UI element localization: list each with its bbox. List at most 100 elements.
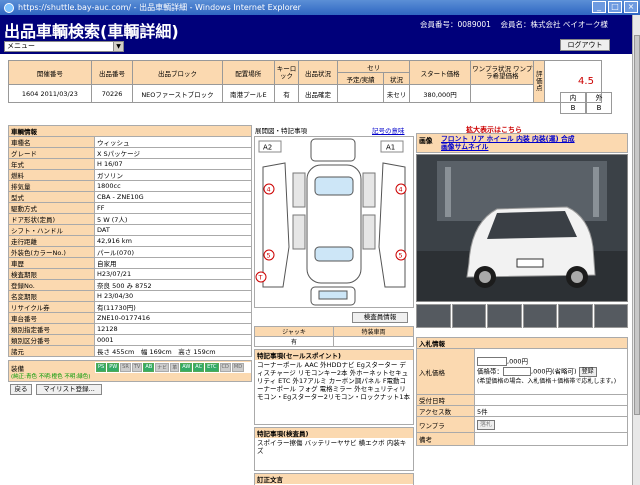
maximize-button[interactable]: □ (608, 1, 622, 13)
equipment-row: 装備 (純正:青色 不明:橙色 不明:緑色) PS PW SR TV AB ナビ革 AW AC… (8, 360, 252, 382)
exterior-grade: 外B (586, 92, 612, 114)
mark-label: A2 (263, 144, 272, 152)
vehicle-info-value: FF (94, 202, 252, 214)
vehicle-info-row: シフト・ハンドル DAT (8, 224, 252, 236)
member-name: 会員名：株式会社 ベイオーク様 (500, 20, 608, 29)
image-thumbnail[interactable] (522, 304, 557, 328)
door-right-rear (362, 214, 376, 250)
vehicle-info-value: H 16/07 (94, 158, 252, 170)
vehicle-info-row: リサイクル券 有(11730円) (8, 301, 252, 313)
lot-header: 開催番号 (8, 60, 92, 85)
period-label: 受付日時 (416, 394, 475, 406)
vehicle-info-row: 類別指定番号 12128 (8, 323, 252, 335)
vehicle-info-value: 有(11730円) (94, 301, 252, 313)
inspector-notes-box: 特記事項(検査員) スポイラー擦傷 バッテリーヤサビ 横エクボ 内装キズ (254, 427, 414, 471)
onepla-label: ワンプラ (416, 416, 475, 433)
vehicle-info-row: 外装色(カラーNo.) パール(070) (8, 246, 252, 258)
lot-cell: 有 (273, 84, 299, 103)
lot-cell: 南港プールE (221, 84, 275, 103)
vehicle-info-key: 諸元 (8, 345, 95, 357)
diagram-title: 展開図・特記事項 (255, 127, 307, 135)
car-diagram-svg: A2 A1 4 4 5 5 T (255, 138, 407, 306)
image-links[interactable]: フロント リア ホイール 内装 内装(運) 合成 画像サムネイル (441, 135, 575, 151)
price-range-label: 価格帯： (477, 367, 503, 375)
close-button[interactable]: × (624, 1, 638, 13)
bid-table: 入札情報 入札価格 ,000円 価格帯： ,000円(省略可) 登録 (希望価格の… (416, 337, 628, 446)
sales-points-title: 特記事項(セールスポイント) (255, 350, 413, 360)
image-thumbnail[interactable] (416, 304, 451, 328)
vehicle-info-row: 名変期限 H 23/04/30 (8, 290, 252, 302)
lot-header: 出品番号 (90, 60, 134, 85)
vehicle-info-rows: 車種名 ウィッシュ グレード X Sパッケージ 年式 H 16/07 燃料 ガソリン 排気量 18… (8, 136, 252, 357)
vehicle-info-key: 名変期限 (8, 290, 95, 302)
lot-data-row: 1604 2011/03/23 70226 NEOファーストブロック 南港プール… (8, 84, 602, 103)
vehicle-info-header: 車輌情報 (8, 125, 252, 137)
jack-header: ジャッキ (254, 326, 334, 337)
symbols-link[interactable]: 記号の意味 (372, 125, 405, 135)
menu-select[interactable]: メニュー ▼ (4, 41, 124, 52)
car-windshield (487, 211, 577, 239)
image-thumbnails (416, 304, 628, 328)
menu-select-value: メニュー (7, 42, 35, 50)
image-thumbnail[interactable] (451, 304, 486, 328)
vehicle-info-key: 走行距離 (8, 235, 95, 247)
vehicle-info-row: ドア形状(定員) 5 W (7人) (8, 213, 252, 225)
add-mylist-button[interactable]: マイリスト登録... (36, 384, 102, 395)
lot-header: 状況 (382, 72, 411, 85)
vehicle-info-key: 車種名 (8, 136, 95, 148)
onepla-button[interactable]: 落札 (477, 419, 496, 430)
vehicle-info-value: H 23/04/30 (94, 290, 252, 302)
vehicle-info-value: DAT (94, 224, 252, 236)
period-value (474, 394, 628, 406)
member-info: 会員番号：0089001 会員名：株式会社 ベイオーク様 (420, 19, 608, 30)
back-button[interactable]: 戻る (10, 384, 32, 395)
inspector-info-button[interactable]: 検査員情報 (352, 312, 408, 323)
price-range-input[interactable] (503, 366, 531, 376)
remarks-label: 備考 (416, 432, 475, 446)
bid-note: (希望価格の場合、入札価格＋価格帯で応札します。) (477, 378, 617, 385)
logout-button[interactable]: ログアウト (560, 39, 610, 51)
vehicle-info-row: 検査期限 H23/07/21 (8, 268, 252, 280)
lot-cell: 380,000円 (409, 84, 472, 103)
image-thumbnail[interactable] (593, 304, 628, 328)
scrollbar-thumb[interactable] (634, 35, 640, 415)
main-vehicle-photo[interactable] (416, 154, 628, 302)
rear-window (314, 246, 354, 262)
lot-table: 開催番号 出品番号 出品ブロック 配置場所 キーロック 出品状況 セリ スタート… (8, 60, 602, 103)
vertical-scrollbar[interactable] (632, 15, 640, 485)
vehicle-photo-svg (417, 155, 627, 301)
special-value (333, 336, 414, 347)
lot-header: キーロック (273, 60, 299, 85)
bid-price-input[interactable] (477, 357, 507, 366)
lot-cell: 70226 (90, 84, 134, 103)
vehicle-info-row: 走行距離 42,916 km (8, 235, 252, 247)
jack-value: 有 (254, 336, 334, 347)
access-label: アクセス数 (416, 405, 475, 417)
lot-header: 出品状況 (297, 60, 339, 85)
image-links-line1[interactable]: フロント リア ホイール 内装 内装(運) 合成 (441, 135, 575, 143)
image-thumbnails-link[interactable]: 画像サムネイル (441, 143, 575, 151)
window-title: https://shuttle.bay-auc.com/ - 出品車輌詳細 - … (18, 3, 301, 12)
bid-price-label: 入札価格 (416, 348, 475, 395)
vehicle-info-key: ドア形状(定員) (8, 213, 95, 225)
vehicle-info-key: 類別区分番号 (8, 334, 95, 346)
image-thumbnail[interactable] (487, 304, 522, 328)
register-bid-button[interactable]: 登録 (578, 367, 597, 377)
minimize-button[interactable]: _ (592, 1, 606, 13)
vehicle-info-row: 排気量 1800cc (8, 180, 252, 192)
lot-header: 配置場所 (221, 60, 275, 85)
vehicle-info-key: 排気量 (8, 180, 95, 192)
vehicle-info-row: 年式 H 16/07 (8, 158, 252, 170)
vehicle-info-key: 検査期限 (8, 268, 95, 280)
remarks-value (474, 432, 628, 446)
vehicle-info-table: 車輌情報 車種名 ウィッシュ グレード X Sパッケージ 年式 H 16/07 燃料 ガソリン… (8, 125, 252, 357)
lot-cell: 未セリ (382, 84, 411, 103)
access-row: アクセス数 5件 (416, 405, 628, 417)
image-label: 画像 (419, 137, 433, 145)
browser-titlebar: https://shuttle.bay-auc.com/ - 出品車輌詳細 - … (0, 0, 640, 15)
vehicle-info-row: 車歴 自家用 (8, 257, 252, 269)
lot-header: 出品ブロック (132, 60, 223, 85)
correction-box: 訂正文言 (254, 473, 414, 485)
page-title: 出品車輌検索(車輌詳細) (4, 22, 179, 41)
image-thumbnail[interactable] (558, 304, 593, 328)
